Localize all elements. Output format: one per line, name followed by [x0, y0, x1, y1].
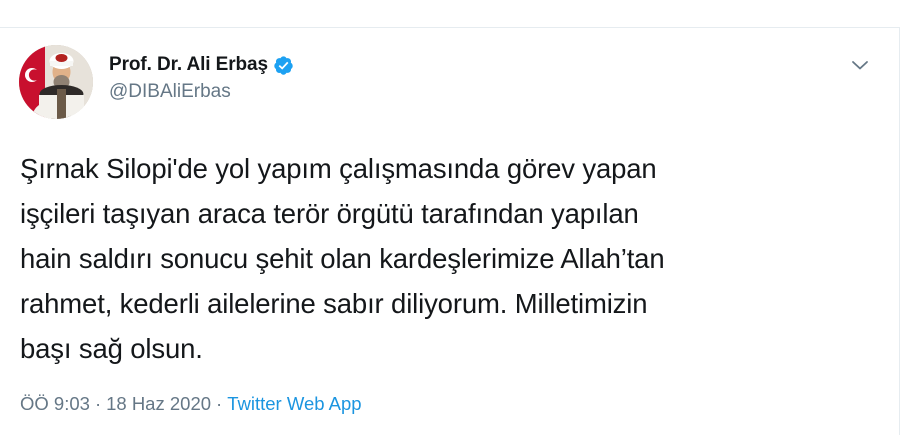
avatar-image — [19, 45, 93, 119]
chevron-down-icon[interactable] — [849, 54, 871, 76]
verified-badge-icon — [273, 55, 294, 76]
tweet-date[interactable]: 18 Haz 2020 — [106, 393, 211, 414]
tweet-card: Prof. Dr. Ali Erbaş @DIBAliErbas Şırnak … — [0, 28, 899, 435]
tweet-text: Şırnak Silopi'de yol yapım çalışmasında … — [20, 153, 665, 364]
right-divider — [899, 27, 900, 435]
author-block: Prof. Dr. Ali Erbaş @DIBAliErbas — [109, 52, 294, 103]
user-handle[interactable]: @DIBAliErbas — [109, 81, 294, 103]
tweet-metadata: ÖÖ 9:03 · 18 Haz 2020 · Twitter Web App — [20, 393, 362, 415]
separator-dot: · — [216, 393, 223, 414]
separator-dot: · — [94, 393, 102, 414]
tweet-time[interactable]: ÖÖ 9:03 — [20, 393, 90, 414]
name-row: Prof. Dr. Ali Erbaş — [109, 52, 294, 78]
display-name[interactable]: Prof. Dr. Ali Erbaş — [109, 54, 268, 76]
tweet-source-link[interactable]: Twitter Web App — [227, 393, 361, 414]
avatar[interactable] — [19, 45, 93, 119]
